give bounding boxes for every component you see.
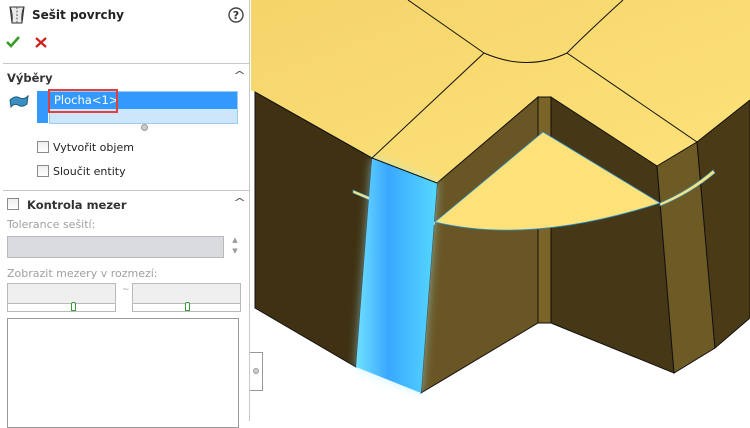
spin-down-button[interactable]: ▼ bbox=[229, 247, 241, 257]
slider-thumb[interactable] bbox=[185, 302, 190, 311]
section-header-gap-control[interactable]: Kontrola mezer bbox=[27, 198, 127, 212]
highlight-box bbox=[48, 89, 118, 113]
range-label: Zobrazit mezery v rozmezí: bbox=[7, 267, 158, 280]
chevron-up-icon[interactable]: ^ bbox=[233, 196, 246, 209]
selection-active-marker bbox=[37, 91, 48, 123]
tolerance-label: Tolerance sešití: bbox=[7, 218, 96, 231]
panel-title: Sešit povrchy bbox=[32, 8, 125, 22]
create-solid-label: Vytvořit objem bbox=[53, 141, 134, 154]
merge-entities-checkbox[interactable] bbox=[37, 165, 49, 177]
range-max-value bbox=[133, 284, 240, 303]
face-icon bbox=[9, 94, 29, 109]
gap-control-checkbox[interactable] bbox=[7, 198, 19, 210]
chevron-up-icon[interactable]: ^ bbox=[233, 69, 246, 82]
help-icon[interactable]: ? bbox=[228, 7, 244, 23]
range-max-slider[interactable] bbox=[133, 302, 240, 311]
create-solid-checkbox[interactable] bbox=[37, 141, 49, 153]
surface-knit-icon bbox=[9, 6, 25, 24]
tolerance-input[interactable] bbox=[7, 236, 224, 258]
spin-up-button[interactable]: ▲ bbox=[229, 236, 241, 246]
slider-thumb[interactable] bbox=[71, 302, 76, 311]
cancel-button[interactable] bbox=[35, 37, 47, 48]
merge-entities-label: Sloučit entity bbox=[53, 165, 126, 178]
property-manager-panel: Sešit povrchy ? Výběry ^ Plocha<1> Vytvo… bbox=[0, 0, 250, 428]
graphics-viewport[interactable] bbox=[251, 0, 750, 421]
range-separator: ~ bbox=[122, 285, 130, 295]
divider bbox=[3, 190, 249, 191]
ok-button[interactable] bbox=[6, 36, 20, 48]
list-resize-handle[interactable] bbox=[141, 124, 148, 131]
range-min-slider[interactable] bbox=[8, 302, 115, 311]
range-max-input[interactable] bbox=[132, 283, 241, 312]
gap-list[interactable] bbox=[7, 318, 239, 428]
divider bbox=[3, 63, 249, 64]
section-header-selections[interactable]: Výběry bbox=[7, 71, 53, 85]
range-min-value bbox=[8, 284, 115, 303]
svg-text:?: ? bbox=[233, 9, 239, 22]
range-min-input[interactable] bbox=[7, 283, 116, 312]
